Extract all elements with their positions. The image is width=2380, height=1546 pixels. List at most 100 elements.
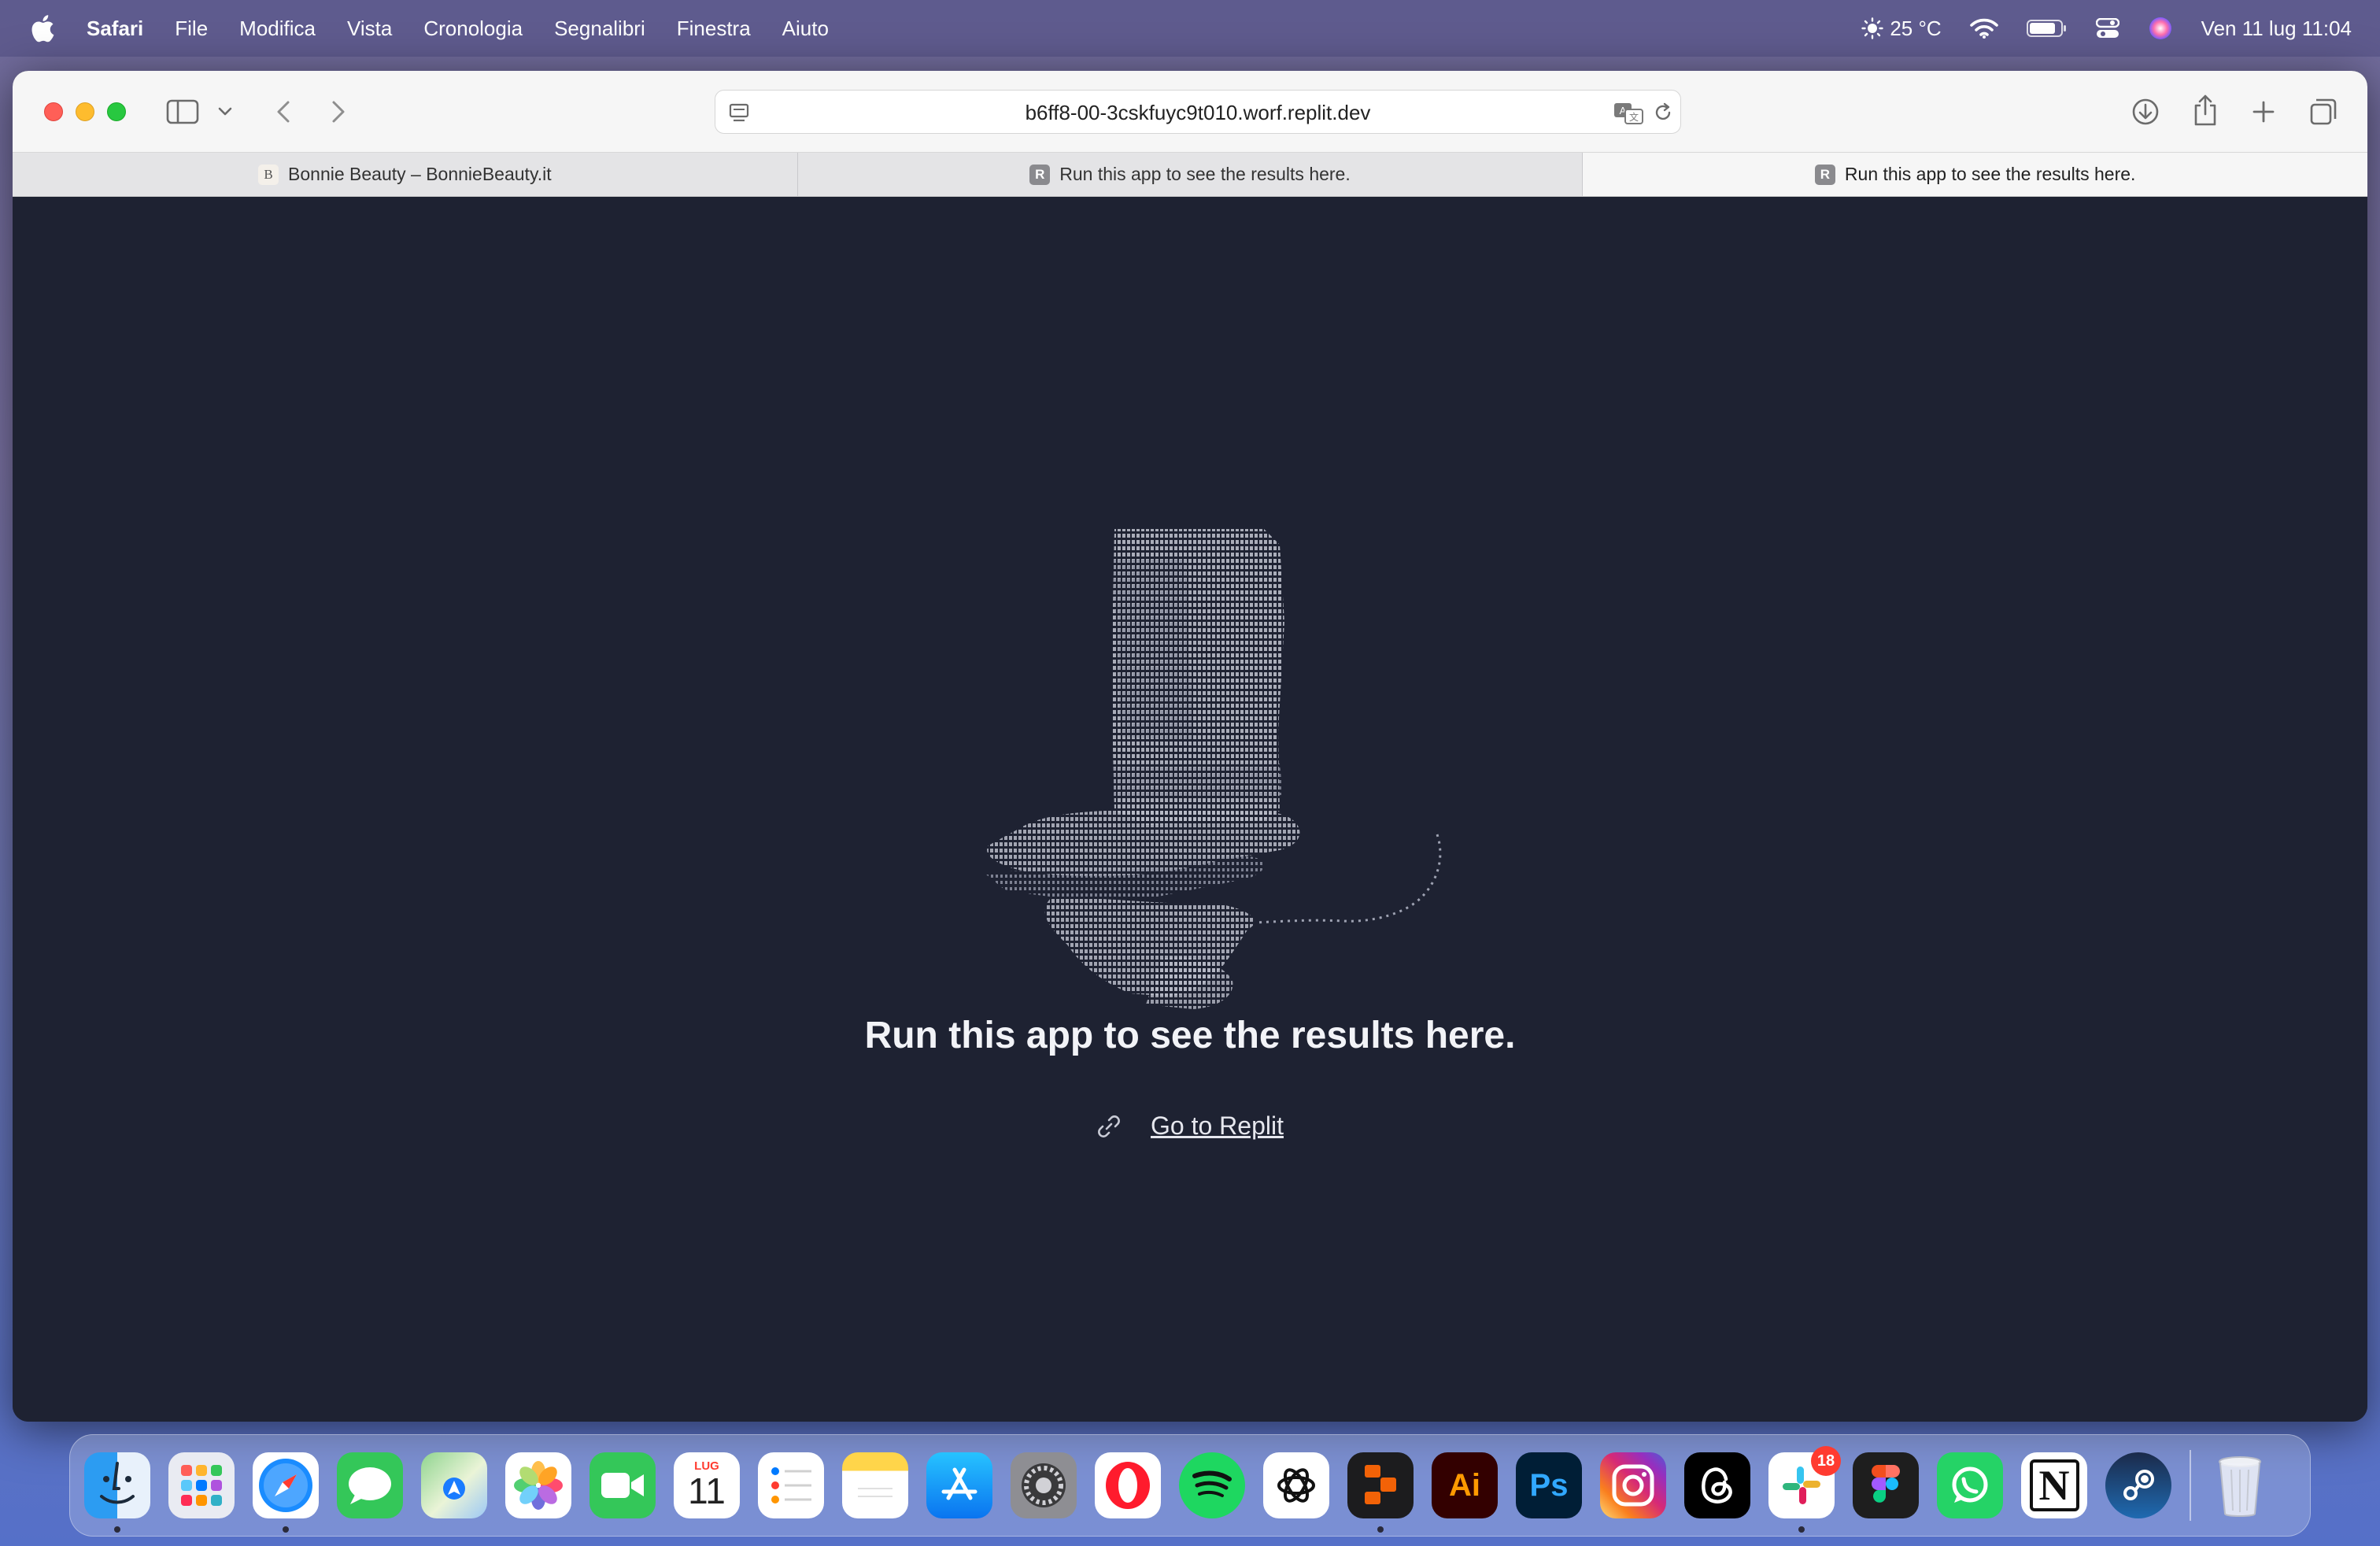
weather-temperature: 25 °C <box>1890 16 1942 40</box>
menu-file[interactable]: File <box>175 17 208 41</box>
dock-illustrator[interactable]: Ai <box>1432 1452 1498 1518</box>
notes-icon <box>858 1488 893 1497</box>
dock-threads[interactable] <box>1684 1452 1750 1518</box>
dock-photos[interactable] <box>505 1452 571 1518</box>
address-bar[interactable]: b6ff8-00-3cskfuyc9t010.worf.replit.dev A… <box>715 90 1681 134</box>
sidebar-icon <box>166 99 199 124</box>
reminders-list-icon <box>771 1467 811 1503</box>
tab-overview-button[interactable] <box>2308 96 2339 128</box>
dock-spotify[interactable] <box>1179 1452 1245 1518</box>
window-close-button[interactable] <box>44 102 63 121</box>
chevron-down-icon <box>218 107 232 116</box>
menu-vista[interactable]: Vista <box>347 17 392 41</box>
dock-finder[interactable] <box>84 1452 150 1533</box>
dock-reminders[interactable] <box>758 1452 824 1518</box>
photoshop-label: Ps <box>1529 1467 1569 1503</box>
illustrator-label: Ai <box>1449 1467 1480 1503</box>
page-message: Run this app to see the results here. <box>864 1015 1516 1056</box>
menu-segnalibri[interactable]: Segnalibri <box>554 17 645 41</box>
dock-facetime[interactable] <box>589 1452 656 1518</box>
dock-trash[interactable] <box>2207 1452 2273 1518</box>
dock-safari[interactable] <box>253 1452 319 1533</box>
steam-icon <box>2123 1470 2154 1500</box>
tab-label: Run this app to see the results here. <box>1844 164 2136 184</box>
downloads-button[interactable] <box>2130 96 2161 128</box>
dock-figma[interactable] <box>1853 1452 1919 1518</box>
reload-icon[interactable] <box>1652 102 1674 124</box>
go-to-replit-link[interactable]: Go to Replit <box>1096 1111 1284 1141</box>
running-indicator <box>1798 1526 1805 1533</box>
dock-maps[interactable] <box>421 1452 487 1518</box>
chevron-right-icon <box>332 101 345 123</box>
message-bubble-icon <box>349 1467 391 1504</box>
menu-finestra[interactable]: Finestra <box>677 17 751 41</box>
slack-badge: 18 <box>1811 1446 1841 1476</box>
dock-replit[interactable] <box>1347 1452 1414 1533</box>
dock-notion[interactable]: N <box>2021 1452 2087 1518</box>
browser-toolbar: b6ff8-00-3cskfuyc9t010.worf.replit.dev A… <box>13 71 2367 153</box>
weather-status[interactable]: 25 °C <box>1861 16 1942 41</box>
trash-icon <box>2219 1456 2261 1517</box>
dock-system-settings[interactable] <box>1011 1452 1077 1518</box>
go-to-replit-label[interactable]: Go to Replit <box>1151 1111 1284 1141</box>
tab-replit-1[interactable]: R Run this app to see the results here. <box>798 153 1584 196</box>
tab-replit-active[interactable]: R Run this app to see the results here. <box>1583 153 2367 196</box>
menu-bar: Safari File Modifica Vista Cronologia Se… <box>0 0 2380 57</box>
tab-label: Bonnie Beauty – BonnieBeauty.it <box>288 164 552 184</box>
menu-cronologia[interactable]: Cronologia <box>423 17 523 41</box>
tab-bonnie-beauty[interactable]: B Bonnie Beauty – BonnieBeauty.it <box>13 153 798 196</box>
dock-messages[interactable] <box>337 1452 403 1518</box>
replit-icon <box>1365 1465 1396 1504</box>
window-zoom-button[interactable] <box>107 102 126 121</box>
plus-icon <box>2252 101 2275 123</box>
menu-aiuto[interactable]: Aiuto <box>782 17 829 41</box>
battery-icon[interactable] <box>2026 19 2068 38</box>
gear-icon <box>1022 1463 1066 1507</box>
dock-launchpad[interactable] <box>168 1452 235 1518</box>
dock-instagram[interactable] <box>1600 1452 1666 1518</box>
tab-favicon-replit: R <box>1029 164 1051 185</box>
tab-groups-chevron[interactable] <box>216 102 235 121</box>
tab-favicon-b: B <box>258 164 279 185</box>
dock-opera[interactable] <box>1095 1452 1161 1518</box>
sidebar-toggle-button[interactable] <box>165 98 200 126</box>
dock-steam[interactable] <box>2105 1452 2171 1518</box>
siri-icon[interactable] <box>2148 16 2173 41</box>
launchpad-icon <box>181 1465 222 1506</box>
app-store-icon <box>941 1467 978 1500</box>
chevron-left-icon <box>277 101 290 123</box>
menu-modifica[interactable]: Modifica <box>239 17 316 41</box>
ascii-art-hat-icon <box>985 529 1442 1009</box>
maps-icon <box>443 1478 465 1500</box>
translate-icon[interactable]: A 文 <box>1613 100 1644 125</box>
dock-slack[interactable]: 18 <box>1768 1446 1841 1533</box>
share-button[interactable] <box>2190 93 2221 128</box>
running-indicator <box>114 1526 120 1533</box>
notion-label: N <box>2029 1459 2079 1511</box>
sun-icon <box>1861 17 1884 39</box>
calendar-day: 11 <box>688 1470 726 1511</box>
threads-icon <box>1702 1467 1732 1503</box>
address-url[interactable]: b6ff8-00-3cskfuyc9t010.worf.replit.dev <box>715 91 1680 135</box>
video-camera-icon <box>601 1473 644 1498</box>
running-indicator <box>283 1526 289 1533</box>
dock-calendar[interactable]: LUG 11 <box>674 1452 740 1518</box>
wifi-icon[interactable] <box>1969 17 1998 39</box>
forward-button[interactable] <box>324 98 353 126</box>
chatgpt-icon <box>1277 1468 1315 1503</box>
dock-photoshop[interactable]: Ps <box>1516 1452 1582 1518</box>
control-center-icon[interactable] <box>2095 18 2119 39</box>
dock-app-store[interactable] <box>926 1452 992 1518</box>
dock-whatsapp[interactable] <box>1937 1452 2003 1518</box>
dock-notes[interactable] <box>842 1452 908 1518</box>
back-button[interactable] <box>269 98 298 126</box>
spotify-icon <box>1192 1470 1232 1497</box>
dock-chatgpt[interactable] <box>1263 1452 1329 1518</box>
new-tab-button[interactable] <box>2248 96 2279 128</box>
menubar-clock[interactable]: Ven 11 lug 11:04 <box>2201 17 2352 41</box>
tab-favicon-replit: R <box>1814 164 1835 185</box>
window-minimize-button[interactable] <box>76 102 94 121</box>
menu-app-name[interactable]: Safari <box>87 17 143 41</box>
apple-logo-icon[interactable] <box>28 13 55 44</box>
finder-icon <box>100 1462 135 1504</box>
